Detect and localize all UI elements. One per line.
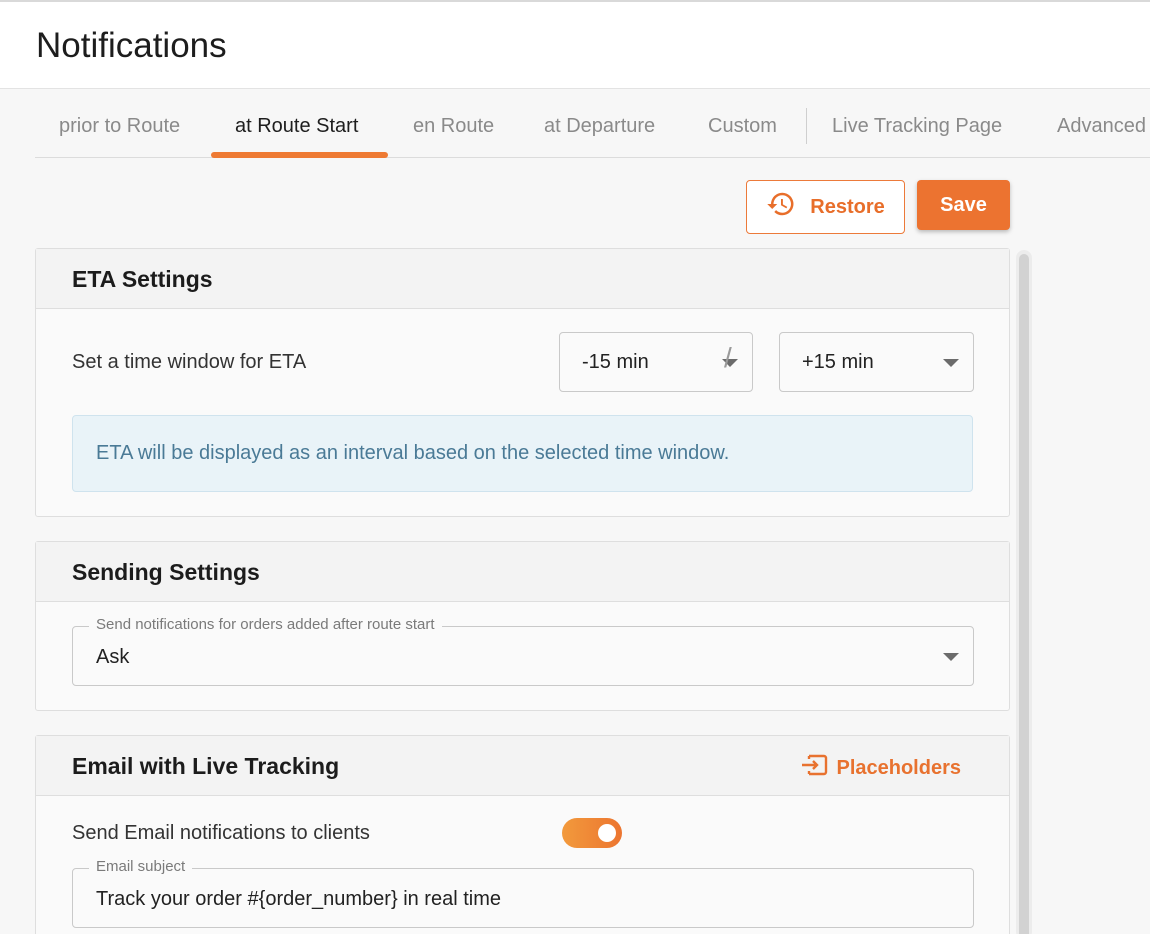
eta-settings-card: ETA Settings Set a time window for ETA -… [35,248,1010,517]
eta-info-text: ETA will be displayed as an interval bas… [96,442,730,464]
eta-settings-header: ETA Settings [36,249,1009,309]
tab-custom[interactable]: Custom [708,90,777,158]
email-live-tracking-card: Email with Live Tracking Placeholders Se… [35,735,1010,934]
eta-window-label: Set a time window for ETA [72,351,307,373]
eta-info-box: ETA will be displayed as an interval bas… [72,415,973,492]
restore-button[interactable]: Restore [746,180,905,234]
eta-from-value: -15 min [582,351,649,373]
insert-icon [800,752,828,784]
email-live-tracking-header: Email with Live Tracking Placeholders [36,736,1009,796]
placeholders-button[interactable]: Placeholders [800,752,961,784]
page-header: Notifications [0,2,1150,89]
save-button[interactable]: Save [917,180,1010,230]
toggle-knob [598,824,616,842]
active-tab-indicator [211,152,388,158]
eta-to-select[interactable]: +15 min [779,332,974,392]
placeholders-label: Placeholders [836,756,961,779]
email-live-tracking-title: Email with Live Tracking [72,753,340,779]
eta-window-separator: / [724,342,732,373]
tab-separator [806,108,807,144]
orders-after-start-select[interactable]: Send notifications for orders added afte… [72,616,974,686]
page-title: Notifications [36,26,227,65]
caret-down-icon [943,653,959,661]
eta-settings-title: ETA Settings [72,266,213,292]
history-icon [766,189,796,225]
sending-settings-card: Sending Settings Send notifications for … [35,541,1010,711]
tab-bar: prior to Route at Route Start en Route a… [35,90,1150,158]
email-subject-label: Email subject [89,858,193,875]
email-toggle-label: Send Email notifications to clients [72,822,370,844]
orders-after-start-value: Ask [96,646,130,668]
tab-live-tracking-page[interactable]: Live Tracking Page [832,90,1002,158]
email-notifications-toggle[interactable] [562,818,622,848]
tab-at-departure[interactable]: at Departure [544,90,655,158]
scrollbar-track[interactable] [1016,250,1032,934]
tab-prior-to-route[interactable]: prior to Route [59,90,180,158]
scrollbar-thumb[interactable] [1019,254,1029,934]
orders-after-start-label: Send notifications for orders added afte… [89,616,442,633]
eta-to-value: +15 min [802,351,874,373]
email-subject-value: Track your order #{order_number} in real… [96,888,501,910]
tab-en-route[interactable]: en Route [413,90,494,158]
sending-settings-header: Sending Settings [36,542,1009,602]
sending-settings-title: Sending Settings [72,559,260,585]
tab-at-route-start[interactable]: at Route Start [235,90,358,158]
tab-advanced[interactable]: Advanced [1057,90,1146,158]
restore-label: Restore [810,195,885,218]
caret-down-icon [943,359,959,367]
email-subject-field[interactable]: Email subject Track your order #{order_n… [72,858,974,928]
